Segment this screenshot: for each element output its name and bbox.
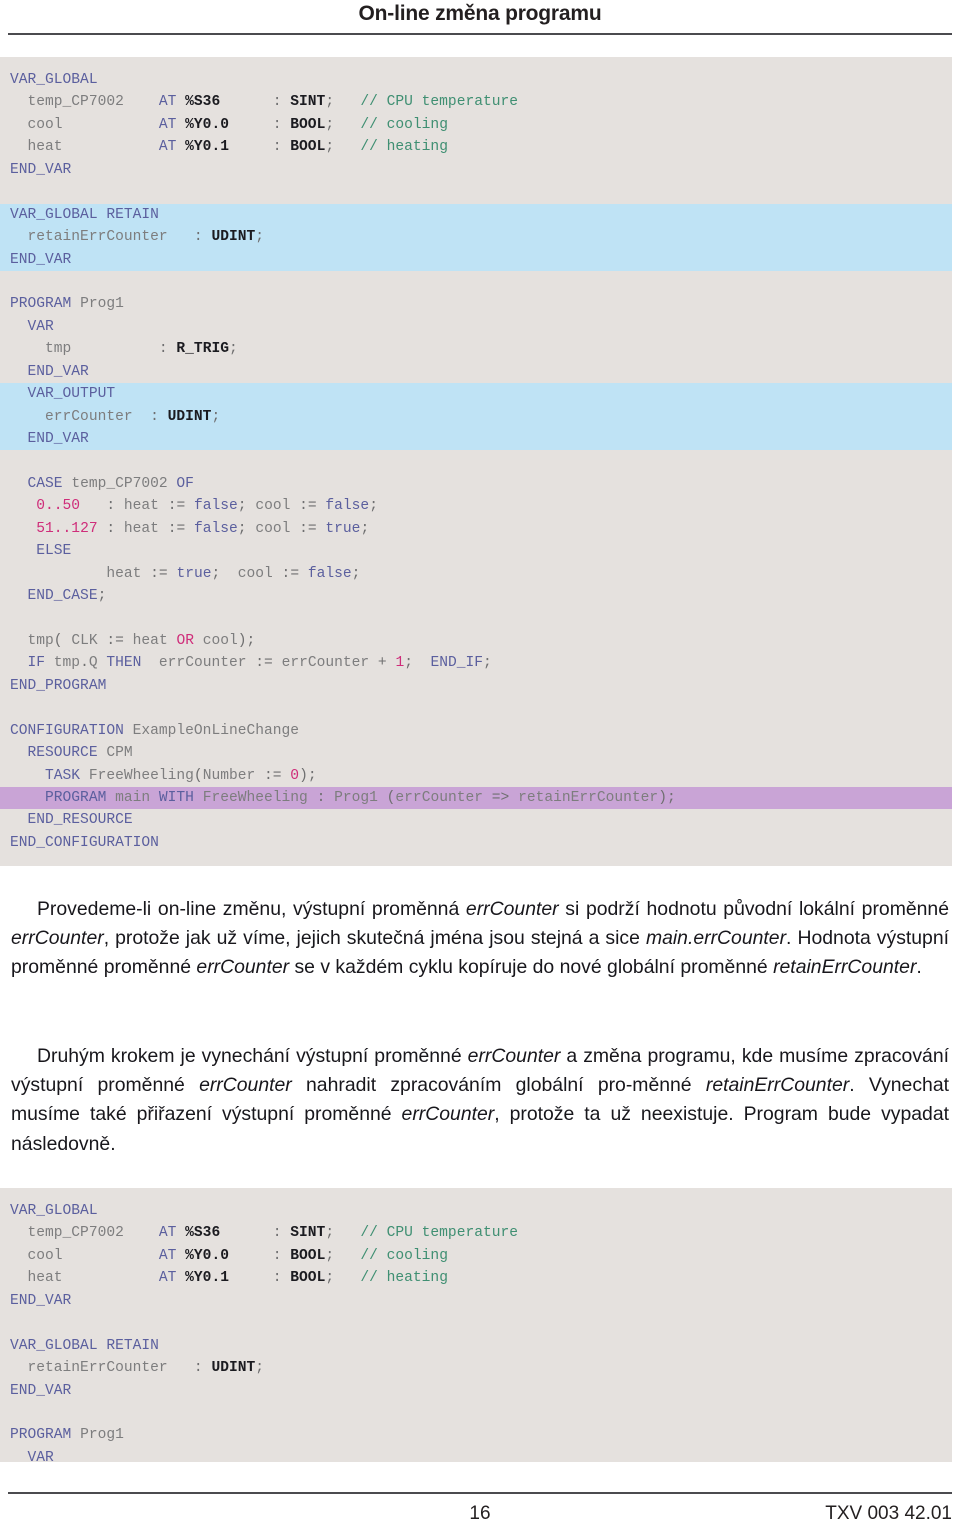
- code-line: END_CASE;: [27, 588, 107, 605]
- code-line: END_VAR: [10, 161, 72, 178]
- paragraph-onlinechange-explanation: Provedeme-li on-line změnu, výstupní pro…: [11, 895, 949, 983]
- code-identifier-emphasis: retainErrCounter: [773, 956, 917, 979]
- code-line: retainErrCounter : UDINT;: [27, 1360, 265, 1377]
- paragraph-text: Druhým krokem je vynechání výstupní prom…: [37, 1045, 468, 1067]
- paragraph-text: .: [916, 956, 922, 979]
- code-line: PROGRAM Prog1: [10, 1427, 124, 1444]
- paragraph-text: nahradit zpracováním globální pro-měnné: [291, 1074, 706, 1097]
- code-line: errCounter : UDINT;: [0, 405, 952, 428]
- paragraph-text: se v každém cyklu kopíruje do nové globá…: [289, 956, 774, 979]
- code-identifier-emphasis: errCounter: [401, 1103, 495, 1126]
- code-line: VAR_GLOBAL RETAIN: [10, 1337, 159, 1354]
- code-line: END_CONFIGURATION: [10, 834, 159, 851]
- paragraph-text: Provedeme-li on-line změnu, výstupní pro…: [37, 898, 466, 920]
- page-title: On-line změna programu: [358, 2, 602, 25]
- code-line: ELSE: [36, 543, 72, 560]
- code-line: CONFIGURATION ExampleOnLineChange: [10, 722, 300, 739]
- code-identifier-emphasis: errCounter: [465, 898, 559, 920]
- paragraph-second-step-explanation: Druhým krokem je vynechání výstupní prom…: [11, 1042, 949, 1159]
- footer-page-number: 16: [469, 1503, 491, 1524]
- code-line: temp_CP7002 AT %S36 : SINT; // CPU tempe…: [27, 1225, 518, 1242]
- code-line: 51..127 : heat := false; cool := true;: [36, 520, 370, 537]
- code-line: VAR: [27, 1449, 54, 1462]
- code-line: END_VAR: [0, 428, 952, 451]
- code-line: END_VAR: [10, 1292, 72, 1309]
- code-line: tmp( CLK := heat OR cool);: [27, 632, 256, 649]
- paragraph-text: si podrží hodnotu původní lokální proměn…: [558, 898, 949, 920]
- code-identifier-emphasis: errCounter: [11, 927, 104, 950]
- code-line: VAR_GLOBAL: [10, 1203, 98, 1219]
- code-line: cool AT %Y0.0 : BOOL; // cooling: [27, 1247, 448, 1264]
- code-line: END_PROGRAM: [10, 677, 107, 694]
- code-line: temp_CP7002 AT %S36 : SINT; // CPU tempe…: [27, 94, 518, 111]
- code-line: 0..50 : heat := false; cool := false;: [36, 498, 378, 515]
- code-line: heat AT %Y0.1 : BOOL; // heating: [27, 1270, 448, 1287]
- code-line: VAR_GLOBAL: [10, 72, 98, 88]
- header-divider: [8, 33, 952, 35]
- code-line: VAR_OUTPUT: [0, 383, 952, 406]
- code-identifier-emphasis: errCounter: [196, 956, 290, 979]
- code-line: cool AT %Y0.0 : BOOL; // cooling: [27, 116, 448, 133]
- code-line: CASE temp_CP7002 OF: [27, 475, 194, 492]
- page-header: On-line změna programu: [0, 0, 960, 38]
- code-identifier-emphasis: retainErrCounter: [705, 1074, 850, 1097]
- code-line: END_VAR: [27, 363, 89, 380]
- code-line: VAR_GLOBAL RETAIN: [0, 203, 952, 227]
- code-line: END_RESOURCE: [27, 812, 133, 829]
- code-identifier-emphasis: main.errCounter: [645, 927, 787, 950]
- code-line: END_VAR: [10, 1382, 72, 1399]
- code-line: retainErrCounter : UDINT;: [0, 226, 952, 249]
- code-line: PROGRAM main WITH FreeWheeling : Prog1 (…: [0, 787, 952, 810]
- code-line: END_VAR: [0, 248, 952, 271]
- paragraph-text: , protože jak už víme, jejich skutečná j…: [103, 927, 646, 950]
- code-line: VAR: [27, 318, 54, 335]
- code-listing-original-program: VAR_GLOBAL temp_CP7002 AT %S36 : SINT; /…: [0, 57, 952, 867]
- code-line: heat := true; cool := false;: [106, 565, 361, 582]
- code-line: IF tmp.Q THEN errCounter := errCounter +…: [27, 655, 492, 672]
- code-listing-modified-program: VAR_GLOBAL temp_CP7002 AT %S36 : SINT; /…: [0, 1188, 952, 1462]
- footer-document-code: TXV 003 42.01: [825, 1503, 952, 1524]
- code-line: PROGRAM Prog1: [10, 296, 124, 313]
- code-line: heat AT %Y0.1 : BOOL; // heating: [27, 139, 448, 156]
- code-line: RESOURCE CPM: [27, 745, 133, 762]
- code-line: TASK FreeWheeling(Number := 0);: [45, 767, 317, 784]
- code-identifier-emphasis: errCounter: [467, 1045, 561, 1067]
- footer-divider: [8, 1492, 952, 1494]
- code-line: tmp : R_TRIG;: [45, 341, 238, 358]
- code-identifier-emphasis: errCounter: [199, 1074, 292, 1097]
